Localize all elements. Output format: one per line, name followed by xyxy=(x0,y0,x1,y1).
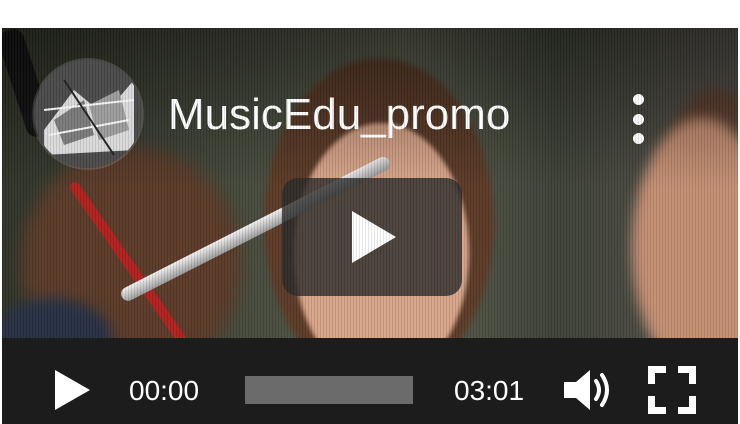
total-time: 03:01 xyxy=(454,375,525,406)
more-vertical-icon xyxy=(632,94,644,105)
control-bar: 00:00 03:01 xyxy=(2,338,738,424)
current-time: 00:00 xyxy=(129,375,200,406)
big-play-button[interactable] xyxy=(282,178,462,296)
volume-button[interactable] xyxy=(562,366,614,414)
play-icon xyxy=(352,211,396,263)
play-button[interactable] xyxy=(52,368,92,412)
progress-bar[interactable] xyxy=(245,376,413,404)
fullscreen-button[interactable] xyxy=(646,364,698,416)
more-vertical-icon-dot xyxy=(632,113,644,125)
video-title: MusicEdu_promo xyxy=(168,90,511,139)
video-frame[interactable]: MusicEdu_promo xyxy=(2,28,738,338)
fullscreen-icon xyxy=(648,366,696,414)
play-icon xyxy=(55,370,90,410)
more-vertical-icon-dot xyxy=(632,133,644,144)
video-player[interactable]: MusicEdu_promo 00:00 03:01 xyxy=(2,28,738,424)
channel-avatar[interactable] xyxy=(34,60,142,168)
avatar-image-icon xyxy=(34,60,142,168)
volume-icon xyxy=(564,370,609,410)
more-options-button[interactable] xyxy=(620,94,656,144)
